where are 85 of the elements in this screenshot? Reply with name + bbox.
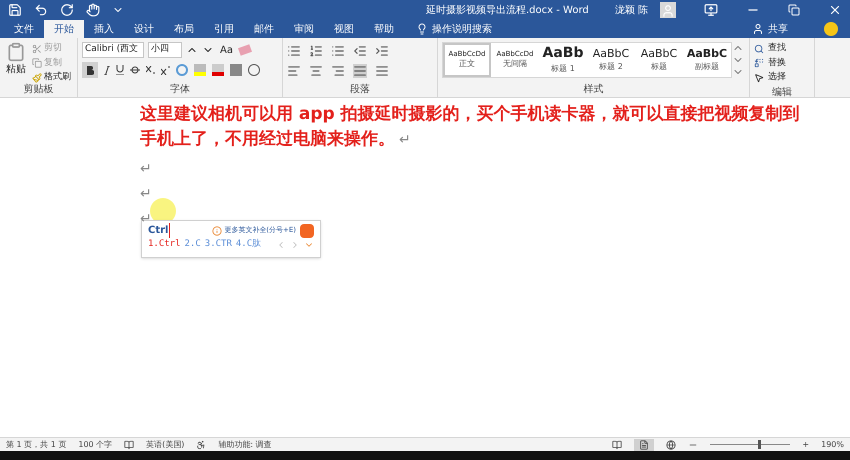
font-name-field[interactable]: Calibri (西文 bbox=[82, 42, 144, 58]
ribbon-tab[interactable]: 插入 bbox=[84, 20, 124, 38]
font-size-field[interactable]: 小四 bbox=[148, 42, 182, 58]
info-icon bbox=[212, 226, 222, 236]
bold-icon[interactable] bbox=[82, 62, 98, 78]
ribbon-tab[interactable]: 帮助 bbox=[364, 20, 404, 38]
underline-icon[interactable] bbox=[116, 65, 124, 75]
window-title: 延时摄影视频导出流程.docx - Word bbox=[426, 4, 589, 18]
numbering-icon[interactable] bbox=[309, 44, 323, 58]
ribbon-tab[interactable]: 文件 bbox=[4, 20, 44, 38]
paintbrush-icon bbox=[32, 72, 42, 83]
strikethrough-icon[interactable] bbox=[130, 66, 140, 74]
format-painter-button[interactable]: 格式刷 bbox=[32, 71, 71, 84]
tell-me-search[interactable]: 操作说明搜索 bbox=[432, 22, 492, 36]
enclose-icon[interactable] bbox=[248, 64, 260, 76]
subscript-icon[interactable] bbox=[146, 66, 155, 74]
search-icon bbox=[754, 44, 764, 54]
align-left-icon[interactable] bbox=[287, 64, 301, 78]
decrease-indent-icon[interactable] bbox=[353, 44, 367, 58]
paragraph-mark: ↵ bbox=[140, 185, 152, 204]
scissors-icon bbox=[32, 44, 42, 54]
zoom-in-button[interactable]: + bbox=[802, 438, 810, 450]
share-link[interactable]: 共享 bbox=[768, 22, 788, 36]
ime-candidate[interactable]: 4.C肽 bbox=[236, 238, 262, 252]
word-count: 100 个字 bbox=[78, 438, 112, 450]
ribbon-display-icon[interactable] bbox=[704, 3, 718, 17]
align-center-icon[interactable] bbox=[309, 64, 323, 78]
bullets-icon[interactable] bbox=[287, 44, 301, 58]
proofing-icon[interactable] bbox=[124, 440, 134, 450]
ime-logo-icon bbox=[300, 224, 314, 238]
group-label: 段落 bbox=[350, 82, 370, 96]
style-item[interactable]: AaBbC 副标题 bbox=[683, 43, 731, 77]
superscript-icon[interactable] bbox=[161, 66, 170, 74]
distribute-icon[interactable] bbox=[375, 64, 389, 78]
font-color-icon[interactable] bbox=[212, 64, 224, 76]
web-layout-icon[interactable] bbox=[666, 440, 676, 450]
ribbon-tab[interactable]: 引用 bbox=[204, 20, 244, 38]
ribbon-tab[interactable]: 布局 bbox=[164, 20, 204, 38]
ribbon-tab[interactable]: 审阅 bbox=[284, 20, 324, 38]
italic-icon[interactable] bbox=[104, 66, 110, 74]
paragraph: 这里建议相机可以用 app 拍摄延时摄影的，买个手机读卡器，就可以直接把视频复制到手机上了，不用经过电脑来操作。 ↵ bbox=[140, 103, 800, 151]
find-button[interactable]: 查找 bbox=[754, 42, 810, 56]
multilevel-list-icon[interactable] bbox=[331, 44, 345, 58]
replace-button[interactable]: 替换 bbox=[754, 56, 810, 70]
clipboard-icon bbox=[6, 42, 26, 62]
ime-candidate[interactable]: 1.Ctrl bbox=[148, 238, 181, 252]
style-item[interactable]: AaBbC 标题 2 bbox=[587, 43, 635, 77]
user-name: 泷颖 陈 bbox=[614, 4, 648, 18]
restore-icon[interactable] bbox=[788, 4, 800, 16]
page-count: 第 1 页，共 1 页 bbox=[6, 438, 66, 450]
print-layout-icon[interactable] bbox=[634, 438, 654, 450]
group-label: 剪贴板 bbox=[24, 82, 54, 97]
align-right-icon[interactable] bbox=[331, 64, 345, 78]
hand-icon[interactable] bbox=[86, 3, 100, 17]
redo-icon[interactable] bbox=[60, 3, 74, 17]
style-item[interactable]: AaBbC 标题 bbox=[635, 43, 683, 77]
text-effects-icon[interactable] bbox=[176, 64, 188, 76]
save-icon[interactable] bbox=[8, 3, 22, 17]
share-icon[interactable] bbox=[752, 23, 764, 35]
undo-icon[interactable] bbox=[34, 3, 48, 17]
increase-indent-icon[interactable] bbox=[375, 44, 389, 58]
style-item[interactable]: AaBb 标题 1 bbox=[539, 43, 587, 77]
ribbon-tab[interactable]: 开始 bbox=[44, 20, 84, 38]
accessibility-icon[interactable] bbox=[196, 440, 206, 450]
justify-icon[interactable] bbox=[353, 64, 367, 78]
ribbon-tab[interactable]: 设计 bbox=[124, 20, 164, 38]
group-label: 编辑 bbox=[772, 86, 792, 100]
language[interactable]: 英语(美国) bbox=[146, 438, 184, 450]
close-icon[interactable] bbox=[828, 3, 842, 17]
smiley-icon[interactable] bbox=[824, 22, 838, 36]
select-button[interactable]: 选择 bbox=[754, 71, 810, 84]
group-label: 样式 bbox=[584, 82, 604, 96]
ribbon-tab[interactable]: 视图 bbox=[324, 20, 364, 38]
paragraph-mark: ↵ bbox=[140, 160, 152, 179]
replace-icon bbox=[754, 58, 764, 68]
lightbulb-icon[interactable] bbox=[416, 23, 428, 35]
zoom-level[interactable]: 190% bbox=[821, 438, 844, 450]
change-case-button[interactable]: Aa bbox=[218, 42, 235, 58]
copy-icon bbox=[32, 58, 42, 68]
ribbon-tab[interactable]: 邮件 bbox=[244, 20, 284, 38]
paste-button[interactable]: 粘贴 bbox=[4, 42, 28, 82]
read-mode-icon[interactable] bbox=[612, 440, 622, 450]
pointer-icon bbox=[754, 72, 764, 83]
group-label: 字体 bbox=[170, 82, 190, 96]
accessibility-status[interactable]: 辅助功能: 调查 bbox=[218, 438, 272, 450]
